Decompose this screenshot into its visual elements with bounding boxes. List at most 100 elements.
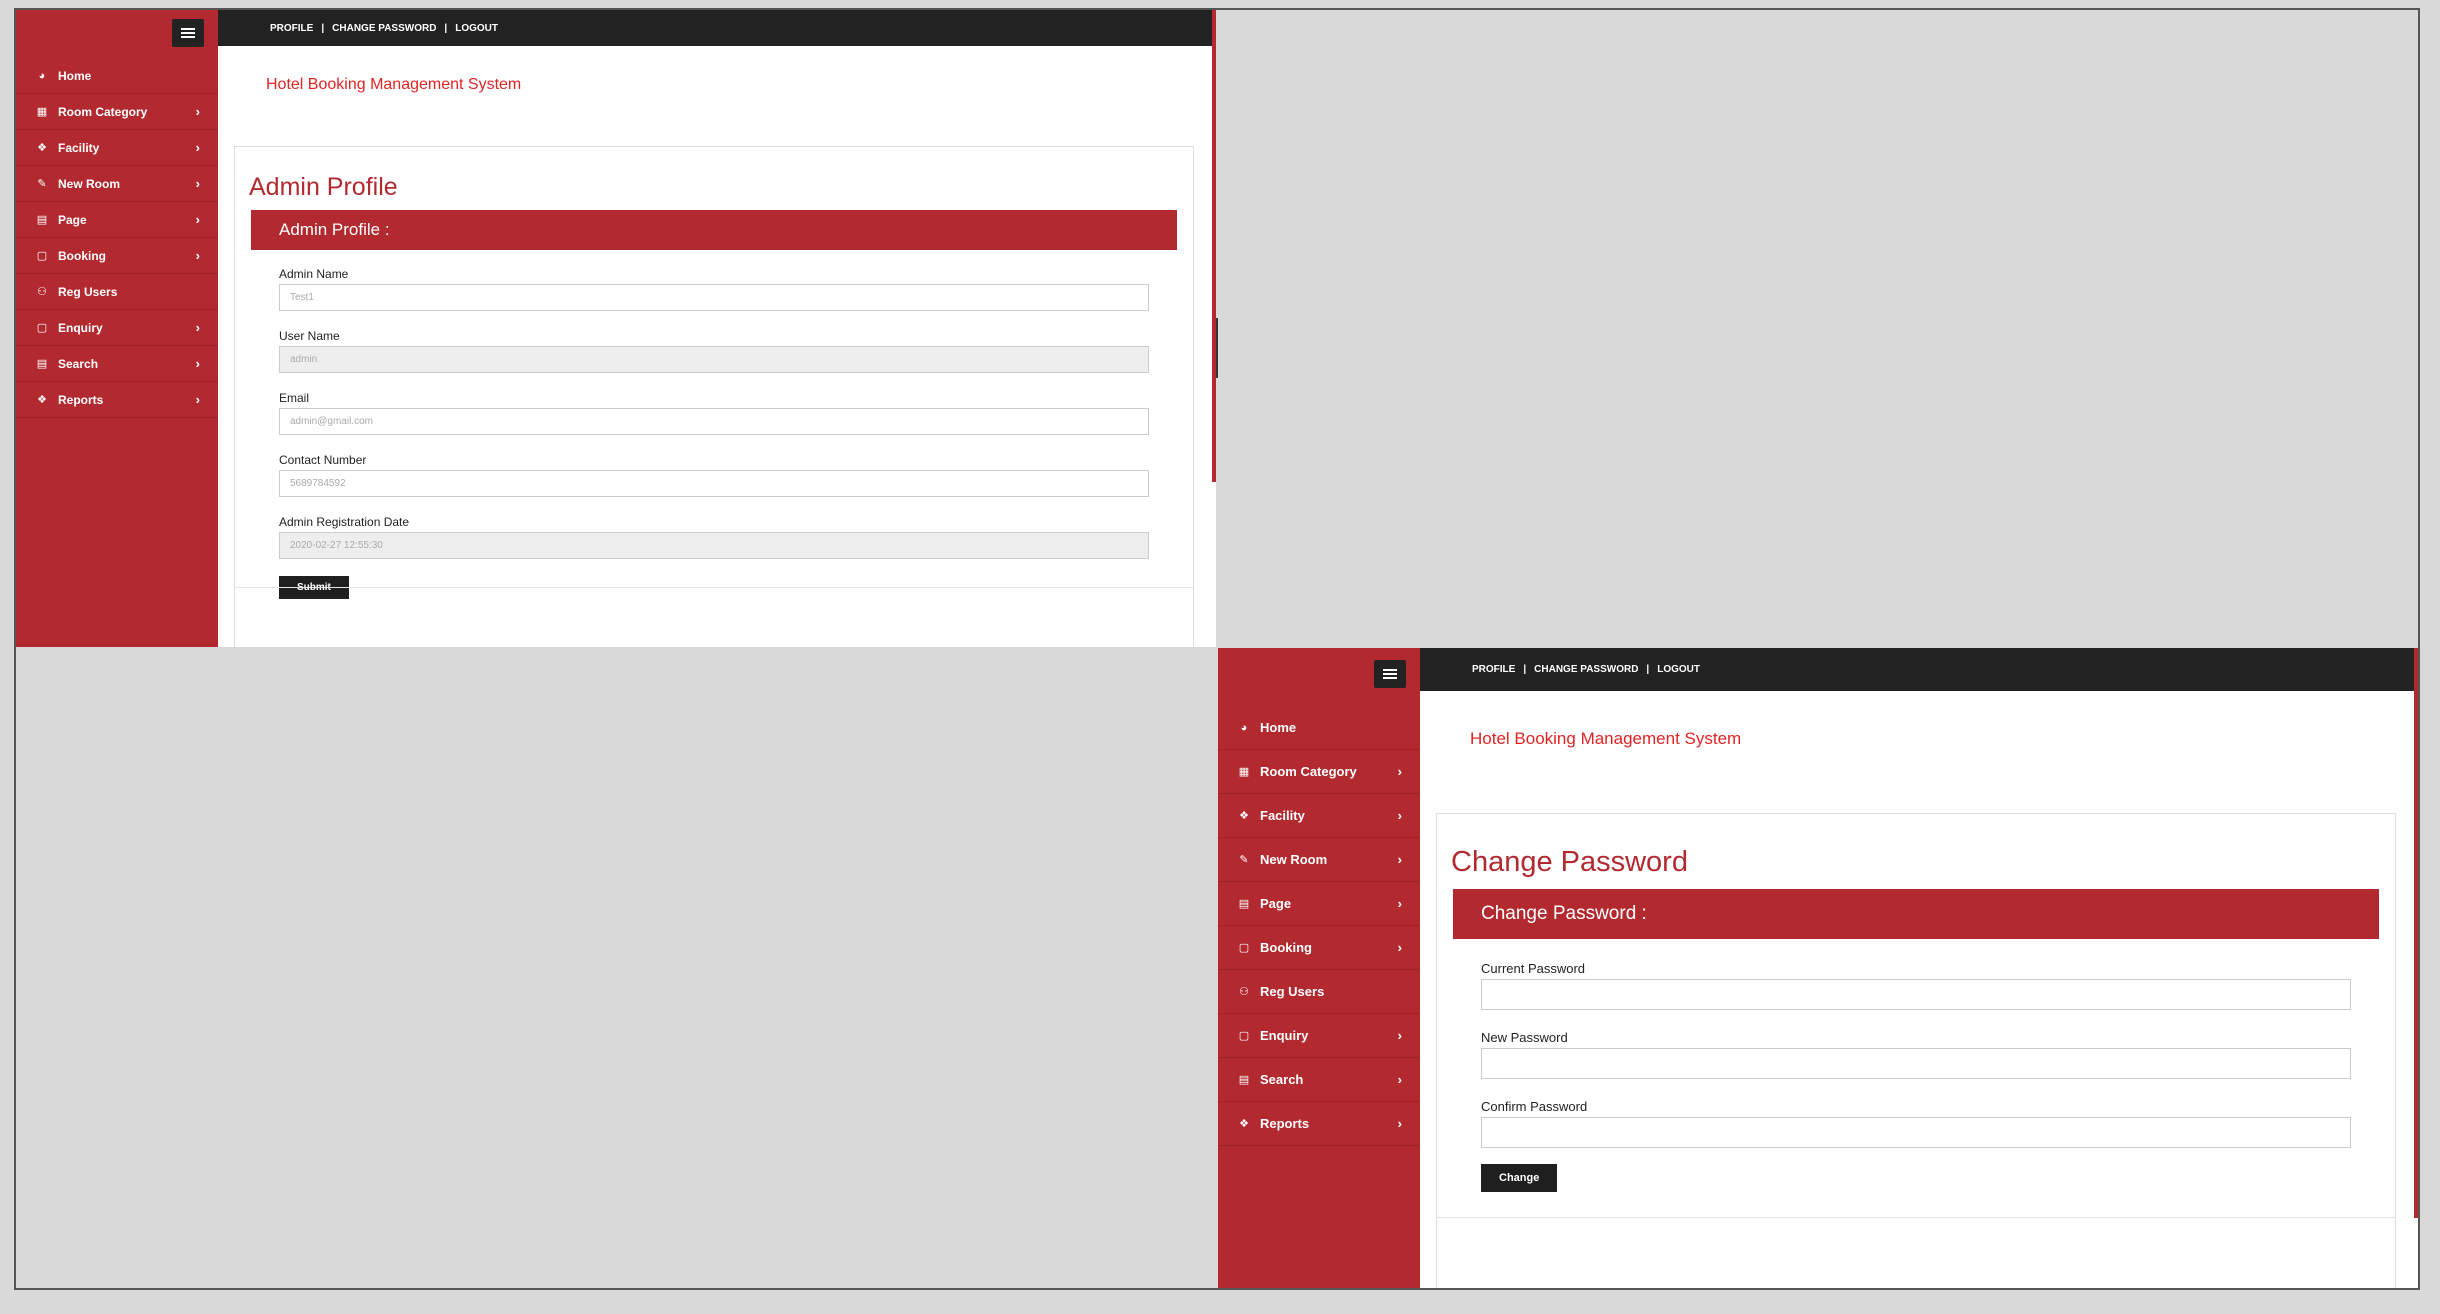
sidebar-item-label: Enquiry xyxy=(1260,1028,1309,1043)
sidebar-item-label: Room Category xyxy=(58,104,148,119)
app-title: Hotel Booking Management System xyxy=(266,76,522,93)
profile-card: Admin Profile Admin Profile : Admin Name… xyxy=(234,146,1194,647)
sidebar-item-booking[interactable]: ▢ Booking › xyxy=(16,238,218,274)
email-group: Email xyxy=(279,391,1149,435)
sidebar-item-label: Search xyxy=(58,356,99,371)
chevron-right-icon: › xyxy=(1397,1028,1402,1043)
sidebar-item-room-category[interactable]: ▦ Room Category › xyxy=(16,94,218,130)
sidebar-item-reg-users[interactable]: ⚇ Reg Users xyxy=(16,274,218,310)
sidebar-item-label: Reports xyxy=(1260,1116,1310,1131)
sidebar-item-reports[interactable]: ❖ Reports › xyxy=(16,382,218,418)
sidebar-item-label: Enquiry xyxy=(58,320,103,335)
separator: | xyxy=(444,22,448,34)
sidebar-item-label: Booking xyxy=(1260,940,1312,955)
contact-input[interactable] xyxy=(279,470,1149,497)
sidebar-item-home[interactable]: ◕ Home xyxy=(1218,706,1420,750)
sidebar-item-search[interactable]: ▤ Search › xyxy=(16,346,218,382)
confirm-password-label: Confirm Password xyxy=(1481,1099,1588,1114)
sidebar-item-reports[interactable]: ❖ Reports › xyxy=(1218,1102,1420,1146)
chevron-right-icon: › xyxy=(1397,764,1402,779)
sidebar-item-reg-users[interactable]: ⚇ Reg Users xyxy=(1218,970,1420,1014)
sidebar-item-enquiry[interactable]: ▢ Enquiry › xyxy=(16,310,218,346)
change-password-form: Current Password New Password Confirm Pa… xyxy=(1481,961,2351,1192)
layers-icon: ❖ xyxy=(1239,810,1249,822)
dashboard-icon: ◕ xyxy=(38,69,46,82)
confirm-password-group: Confirm Password xyxy=(1481,1099,2351,1148)
logout-link[interactable]: LOGOUT xyxy=(1657,664,1700,675)
change-password-link[interactable]: CHANGE PASSWORD xyxy=(1534,664,1638,675)
sidebar-item-room-category[interactable]: ▦ Room Category › xyxy=(1218,750,1420,794)
contact-label: Contact Number xyxy=(279,453,367,467)
chevron-right-icon: › xyxy=(1397,808,1402,823)
user-name-group: User Name xyxy=(279,329,1149,373)
logout-link[interactable]: LOGOUT xyxy=(455,23,498,34)
sidebar-item-label: Room Category xyxy=(1260,764,1357,779)
card-divider xyxy=(1437,1217,2395,1218)
sidebar-item-label: Page xyxy=(1260,896,1292,911)
sidebar-item-facility[interactable]: ❖ Facility › xyxy=(16,130,218,166)
confirm-password-input[interactable] xyxy=(1481,1117,2351,1148)
sidebar-item-label: Page xyxy=(58,212,87,227)
new-password-group: New Password xyxy=(1481,1030,2351,1079)
sidebar-item-page[interactable]: ▤ Page › xyxy=(1218,882,1420,926)
sidebar-item-enquiry[interactable]: ▢ Enquiry › xyxy=(1218,1014,1420,1058)
current-password-input[interactable] xyxy=(1481,979,2351,1010)
separator: | xyxy=(1646,664,1650,675)
chevron-right-icon: › xyxy=(1397,1116,1402,1131)
admin-name-group: Admin Name xyxy=(279,267,1149,311)
chevron-right-icon: › xyxy=(195,104,200,119)
admin-name-input[interactable] xyxy=(279,284,1149,311)
page-title: Change Password xyxy=(1451,846,1688,878)
card-header: Admin Profile : xyxy=(251,210,1177,250)
separator: | xyxy=(321,22,325,34)
file-icon: ▤ xyxy=(1238,898,1250,910)
layers-icon: ❖ xyxy=(37,394,47,406)
change-button[interactable]: Change xyxy=(1481,1164,1558,1192)
sidebar-nav: ◕ Home ▦ Room Category › ❖ Facility › ✎ New Room ›… xyxy=(1218,706,1420,1146)
sidebar-item-new-room[interactable]: ✎ New Room › xyxy=(1218,838,1420,882)
sidebar-item-label: Reg Users xyxy=(1260,984,1325,999)
sidebar-item-booking[interactable]: ▢ Booking › xyxy=(1218,926,1420,970)
email-input[interactable] xyxy=(279,408,1149,435)
sidebar-item-label: New Room xyxy=(58,176,121,191)
chevron-right-icon: › xyxy=(1397,852,1402,867)
chevron-right-icon: › xyxy=(1397,940,1402,955)
sidebar-item-page[interactable]: ▤ Page › xyxy=(16,202,218,238)
table-icon: ▦ xyxy=(36,106,48,118)
pencil-icon: ✎ xyxy=(37,178,47,190)
sidebar-item-search[interactable]: ▤ Search › xyxy=(1218,1058,1420,1102)
sidebar-item-label: Facility xyxy=(58,140,100,155)
top-bar: PROFILE | CHANGE PASSWORD | LOGOUT xyxy=(1420,648,2418,691)
file-icon: ▤ xyxy=(36,214,48,226)
reg-date-input xyxy=(279,532,1149,559)
new-password-input[interactable] xyxy=(1481,1048,2351,1079)
main-content: Hotel Booking Management System Admin Pr… xyxy=(218,46,1212,647)
sidebar-item-new-room[interactable]: ✎ New Room › xyxy=(16,166,218,202)
users-icon: ⚇ xyxy=(37,286,47,298)
dashboard-icon: ◕ xyxy=(1240,721,1248,734)
card-header: Change Password : xyxy=(1453,889,2379,939)
scroll-edge xyxy=(1212,10,1216,482)
change-password-link[interactable]: CHANGE PASSWORD xyxy=(332,23,436,34)
profile-link[interactable]: PROFILE xyxy=(1472,664,1515,675)
menu-toggle-button[interactable] xyxy=(172,19,204,47)
sidebar-item-home[interactable]: ◕ Home xyxy=(16,58,218,94)
profile-link[interactable]: PROFILE xyxy=(270,23,313,34)
layers-icon: ❖ xyxy=(1239,1118,1249,1130)
sidebar-item-label: Home xyxy=(1260,720,1297,735)
main-content: Hotel Booking Management System Change P… xyxy=(1420,691,2414,1288)
admin-name-label: Admin Name xyxy=(279,267,349,281)
chevron-right-icon: › xyxy=(195,212,200,227)
sidebar: ◕ Home ▦ Room Category › ❖ Facility › ✎ New Room ›… xyxy=(16,10,218,647)
change-password-screen: ◕ Home ▦ Room Category › ❖ Facility › ✎ New Room ›… xyxy=(1218,648,2418,1288)
reg-date-label: Admin Registration Date xyxy=(279,515,410,529)
sidebar-item-label: Search xyxy=(1260,1072,1304,1087)
change-password-card: Change Password Change Password : Curren… xyxy=(1436,813,2396,1288)
sidebar-nav: ◕ Home ▦ Room Category › ❖ Facility › ✎ New Room ›… xyxy=(16,58,218,418)
app-title: Hotel Booking Management System xyxy=(1470,729,1742,748)
sidebar-item-label: Reports xyxy=(58,392,104,407)
sidebar-item-facility[interactable]: ❖ Facility › xyxy=(1218,794,1420,838)
chevron-right-icon: › xyxy=(1397,896,1402,911)
menu-toggle-button[interactable] xyxy=(1374,660,1406,688)
layers-icon: ❖ xyxy=(37,142,47,154)
